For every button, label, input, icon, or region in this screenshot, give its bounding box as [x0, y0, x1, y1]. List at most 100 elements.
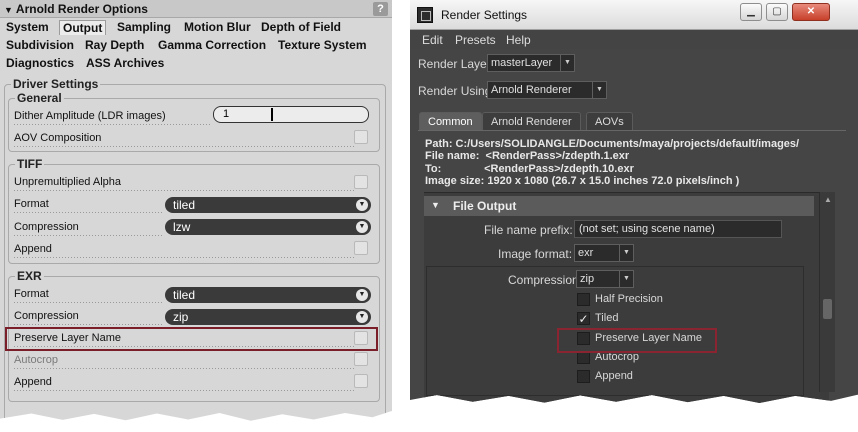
exr-compression-value: zip	[173, 310, 189, 324]
tab-motion-blur[interactable]: Motion Blur	[184, 20, 251, 34]
tiff-append-label: Append	[14, 243, 52, 255]
dither-amplitude-slider[interactable]: 1	[213, 106, 369, 123]
image-size-line: Image size: 1920 x 1080 (26.7 x 15.0 inc…	[425, 174, 740, 187]
vertical-scrollbar[interactable]: ▲	[819, 192, 835, 392]
preserve-layer-name-highlight	[5, 327, 378, 351]
dropdown-arrow-icon[interactable]: ▼	[356, 289, 368, 301]
half-precision-checkbox[interactable]	[577, 293, 590, 306]
dropdown-arrow-icon[interactable]: ▼	[356, 221, 368, 233]
dotted-leader	[14, 302, 164, 303]
tiled-label: Tiled	[595, 312, 619, 324]
render-using-dropdown[interactable]: Arnold Renderer ▼	[487, 81, 607, 99]
file-name-prefix-label: File name prefix:	[484, 223, 573, 237]
render-using-value: Arnold Renderer	[491, 84, 572, 96]
dotted-leader	[14, 390, 354, 391]
file-name-prefix-input[interactable]: (not set; using scene name)	[574, 220, 782, 238]
menu-presets[interactable]: Presets	[455, 33, 496, 47]
tab-subdivision[interactable]: Subdivision	[6, 38, 74, 52]
collapse-triangle-icon[interactable]: ▼	[431, 200, 440, 210]
slider-thumb[interactable]	[271, 108, 273, 121]
tiff-compression-value: lzw	[173, 220, 191, 234]
dotted-leader	[14, 124, 212, 125]
scrollbar-thumb[interactable]	[823, 299, 832, 319]
panel-title: Arnold Render Options	[15, 2, 148, 16]
exr-format-value: tiled	[173, 288, 196, 302]
compression-value: zip	[580, 273, 595, 285]
tab-texture-system[interactable]: Texture System	[278, 38, 366, 52]
path-line: Path: C:/Users/SOLIDANGLE/Documents/maya…	[425, 138, 800, 150]
tab-output[interactable]: Output	[59, 20, 107, 35]
aov-composition-label: AOV Composition	[14, 132, 102, 144]
dropdown-arrow-icon[interactable]: ▼	[356, 199, 368, 211]
menu-help[interactable]: Help	[506, 33, 531, 47]
unpremultiplied-alpha-label: Unpremultiplied Alpha	[14, 176, 122, 188]
dropdown-arrow-icon[interactable]: ▼	[560, 55, 574, 71]
menu-bar: Edit Presets Help	[410, 30, 858, 49]
dotted-leader	[14, 257, 354, 258]
file-output-header[interactable]: ▼ File Output	[424, 196, 814, 216]
tiff-format-value: tiled	[173, 198, 196, 212]
exr-format-dropdown[interactable]: tiled ▼	[165, 287, 371, 303]
dotted-leader	[14, 368, 354, 369]
exr-autocrop-label: Autocrop	[14, 354, 59, 366]
exr-autocrop-checkbox[interactable]	[354, 352, 368, 366]
compression-dropdown[interactable]: zip ▼	[576, 270, 634, 288]
panel-titlebar[interactable]: ▼ Arnold Render Options	[0, 0, 392, 18]
preserve-layer-name-highlight	[557, 328, 717, 353]
render-layer-label: Render Layer	[418, 57, 491, 71]
dotted-leader	[14, 212, 164, 213]
tab-ray-depth[interactable]: Ray Depth	[85, 38, 144, 52]
dropdown-arrow-icon[interactable]: ▼	[356, 311, 368, 323]
tab-diagnostics[interactable]: Diagnostics	[6, 56, 74, 70]
dropdown-arrow-icon[interactable]: ▼	[619, 271, 633, 287]
tab-system[interactable]: System	[6, 20, 49, 34]
exr-append-checkbox[interactable]	[354, 374, 368, 388]
window-titlebar[interactable]: Render Settings ▁ ▢ ✕	[410, 0, 858, 30]
menu-edit[interactable]: Edit	[422, 33, 443, 47]
tiff-compression-dropdown[interactable]: lzw ▼	[165, 219, 371, 235]
help-button[interactable]: ?	[373, 2, 388, 16]
tab-sampling[interactable]: Sampling	[117, 20, 171, 34]
minimize-button[interactable]: ▁	[740, 3, 762, 21]
dither-amplitude-value[interactable]: 1	[223, 108, 229, 120]
tab-divider	[418, 130, 846, 131]
output-path-info: Path: C:/Users/SOLIDANGLE/Documents/maya…	[425, 138, 799, 187]
append-label: Append	[595, 370, 633, 382]
tab-gamma-correction[interactable]: Gamma Correction	[158, 38, 266, 52]
half-precision-label: Half Precision	[595, 293, 663, 305]
tab-arnold-renderer[interactable]: Arnold Renderer	[482, 112, 581, 130]
tiff-append-checkbox[interactable]	[354, 241, 368, 255]
dither-amplitude-label: Dither Amplitude (LDR images)	[14, 110, 166, 122]
image-format-dropdown[interactable]: exr ▼	[574, 244, 634, 262]
file-output-title: File Output	[453, 199, 517, 213]
tiff-compression-label: Compression	[14, 221, 79, 233]
dotted-leader	[14, 324, 164, 325]
append-checkbox[interactable]	[577, 370, 590, 383]
tab-common[interactable]: Common	[419, 112, 482, 130]
render-using-label: Render Using	[418, 84, 492, 98]
close-button[interactable]: ✕	[792, 3, 830, 21]
aov-composition-checkbox[interactable]	[354, 130, 368, 144]
exr-compression-dropdown[interactable]: zip ▼	[165, 309, 371, 325]
image-format-value: exr	[578, 247, 594, 259]
render-layer-dropdown[interactable]: masterLayer ▼	[487, 54, 575, 72]
scroll-up-icon[interactable]: ▲	[824, 195, 832, 204]
tab-ass-archives[interactable]: ASS Archives	[86, 56, 164, 70]
dropdown-arrow-icon[interactable]: ▼	[592, 82, 606, 98]
image-format-label: Image format:	[498, 247, 573, 261]
dotted-leader	[14, 146, 354, 147]
tiff-label: TIFF	[15, 157, 45, 171]
file-name-line: File name: <RenderPass>/zdepth.1.exr	[425, 150, 630, 163]
collapse-triangle-icon[interactable]: ▼	[4, 5, 13, 15]
dotted-leader	[14, 190, 354, 191]
tab-aovs[interactable]: AOVs	[586, 112, 633, 130]
compression-label: Compression	[508, 273, 579, 287]
tiff-format-dropdown[interactable]: tiled ▼	[165, 197, 371, 213]
tab-depth-of-field[interactable]: Depth of Field	[261, 20, 341, 34]
tiff-format-label: Format	[14, 198, 49, 210]
unpremultiplied-alpha-checkbox[interactable]	[354, 175, 368, 189]
dropdown-arrow-icon[interactable]: ▼	[619, 245, 633, 261]
tiled-checkbox[interactable]: ✓	[577, 312, 590, 325]
maximize-button[interactable]: ▢	[766, 3, 788, 21]
to-line: To: <RenderPass>/zdepth.10.exr	[425, 162, 634, 175]
